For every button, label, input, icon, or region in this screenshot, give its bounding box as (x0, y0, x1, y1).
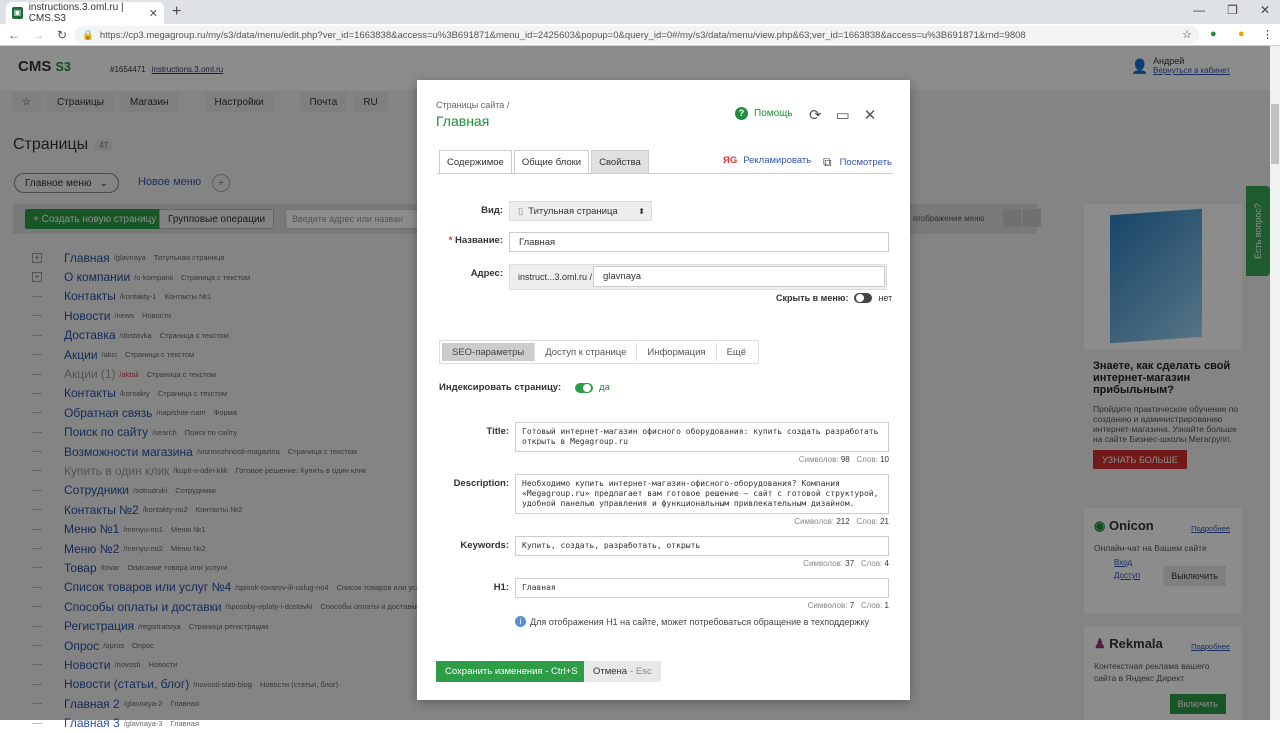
external-link-icon: ⧉ (823, 155, 832, 169)
index-toggle[interactable] (575, 382, 594, 393)
subtab-access[interactable]: Доступ к странице (535, 343, 638, 361)
modal-tabs: Содержимое Общие блоки Свойства (439, 150, 649, 174)
new-tab-icon[interactable]: + (172, 3, 181, 21)
help-button[interactable]: ? Помощь (735, 107, 793, 120)
h1-label: H1: (493, 582, 509, 593)
save-button[interactable]: Сохранить изменения - Ctrl+S (436, 661, 587, 682)
tab-common-blocks[interactable]: Общие блоки (513, 150, 590, 174)
keywords-counter: Символов: 37 Слов: 4 (803, 559, 889, 568)
seo-description-input[interactable]: Необходимо купить интернет-магазин-офисн… (515, 474, 889, 514)
maximize-icon[interactable]: ▭ (836, 106, 850, 124)
extension-icon[interactable]: ● (1210, 28, 1217, 40)
subtab-seo[interactable]: SEO-параметры (442, 343, 536, 361)
tab-properties[interactable]: Свойства (591, 150, 649, 174)
edit-page-modal: Страницы сайта / Главная ? Помощь ⟳ ▭ ✕ С… (417, 80, 910, 700)
title-counter: Символов: 98 Слов: 10 (798, 455, 889, 464)
reload-icon[interactable]: ↻ (52, 28, 72, 42)
description-counter: Символов: 212 Слов: 21 (794, 517, 889, 526)
preview-link[interactable]: ⧉ Посмотреть (823, 155, 892, 170)
name-input[interactable]: Главная (509, 232, 889, 252)
keywords-label: Keywords: (460, 540, 509, 551)
help-icon: ? (735, 107, 748, 120)
close-icon[interactable]: ✕ (864, 106, 877, 124)
yandex-icon: ЯG (723, 155, 738, 166)
subtab-more[interactable]: Ещё (717, 343, 756, 361)
h1-info: i Для отображения H1 на сайте, может потр… (515, 616, 869, 627)
profile-icon[interactable]: ● (1238, 28, 1245, 40)
refresh-icon[interactable]: ⟳ (809, 106, 822, 124)
type-label: Вид: (481, 205, 503, 216)
tab-divider (437, 173, 893, 174)
back-icon[interactable]: ← (4, 28, 24, 42)
browser-tabstrip: ▣ instructions.3.oml.ru | CMS.S3 ✕ + — ❐ ✕ (0, 0, 1280, 24)
close-window-icon[interactable]: ✕ (1260, 3, 1270, 17)
seo-title-input[interactable]: Готовый интернет-магазин офисного оборуд… (515, 422, 889, 452)
url-text: https://cp3.megagroup.ru/my/s3/data/menu… (99, 29, 1026, 41)
menu-dots-icon[interactable]: ⋮ (1262, 28, 1273, 41)
h1-counter: Символов: 7 Слов: 1 (807, 601, 889, 610)
seo-subtabs: SEO-параметры Доступ к странице Информац… (439, 340, 759, 364)
modal-title: Главная (436, 113, 490, 129)
tab-title: instructions.3.oml.ru | CMS.S3 (28, 2, 124, 24)
promote-link[interactable]: ЯG Рекламировать (723, 155, 811, 166)
favicon-icon: ▣ (12, 7, 23, 19)
tree-line (32, 722, 42, 724)
index-row: Индексировать страницу: да (439, 382, 610, 393)
hide-in-menu-toggle[interactable] (854, 293, 873, 303)
window-controls: — ❐ ✕ (1193, 3, 1270, 17)
seo-keywords-input[interactable]: Купить, создать, разработать, открыть (515, 536, 889, 556)
subtab-info[interactable]: Информация (637, 343, 717, 361)
cancel-button[interactable]: Отмена - Esc (584, 661, 661, 682)
minimize-icon[interactable]: — (1193, 3, 1205, 17)
close-tab-icon[interactable]: ✕ (149, 7, 158, 20)
lock-icon: 🔒 (82, 29, 94, 41)
description-label: Description: (453, 478, 509, 489)
address-input[interactable]: glavnaya (593, 266, 885, 287)
forward-icon[interactable]: → (28, 28, 48, 42)
name-label: * Название: (448, 235, 503, 246)
modal-controls: ⟳ ▭ ✕ (809, 106, 876, 124)
address-label: Адрес: (470, 268, 503, 279)
url-input[interactable]: 🔒 https://cp3.megagroup.ru/my/s3/data/men… (74, 26, 1199, 44)
title-label: Title: (486, 426, 509, 437)
page-scrollbar[interactable] (1270, 46, 1280, 720)
address-bar-row: ← → ↻ 🔒 https://cp3.megagroup.ru/my/s3/da… (0, 24, 1280, 46)
hide-in-menu-row: Скрыть в меню: нет (776, 293, 893, 303)
select-arrows-icon: ⬍ (638, 206, 645, 216)
info-icon: i (515, 616, 526, 627)
tab-content[interactable]: Содержимое (439, 150, 512, 174)
type-select[interactable]: ▯ Титульная страница ⬍ (509, 201, 652, 221)
modal-breadcrumb[interactable]: Страницы сайта / (436, 100, 509, 110)
browser-tab[interactable]: ▣ instructions.3.oml.ru | CMS.S3 ✕ (6, 2, 164, 24)
page-icon: ▯ (518, 205, 524, 217)
maximize-icon[interactable]: ❐ (1227, 3, 1238, 17)
scroll-thumb[interactable] (1271, 104, 1279, 164)
star-icon[interactable]: ☆ (1182, 28, 1192, 41)
seo-h1-input[interactable]: Главная (515, 578, 889, 598)
